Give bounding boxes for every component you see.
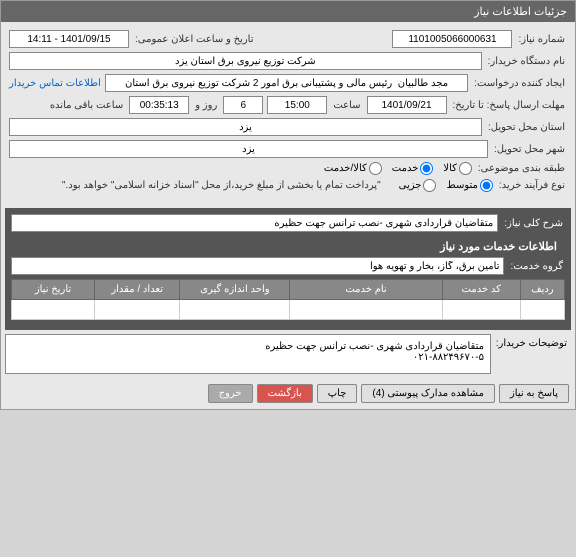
radio-medium[interactable] [480,179,493,192]
table-row[interactable]: 1 ت -35-351 تولید، انتقال و توزیع برق بر… [12,300,565,320]
back-button[interactable]: بازگشت [257,384,313,403]
row-city: شهر محل تحویل: [9,140,567,158]
table-header-row: ردیف کد خدمت نام خدمت واحد اندازه گیری ت… [12,280,565,300]
print-button[interactable]: چاپ [317,384,358,403]
radio-goods[interactable] [459,162,472,175]
cell-date: 1401/10/15 [12,300,95,320]
radio-service-label: خدمت [392,163,419,174]
buyer-note-box: متقاضیان قراردادی شهری -نصب ترانس جهت حظ… [5,334,491,374]
remaining-time-input[interactable] [129,96,189,114]
province-label: استان محل تحویل: [486,122,567,133]
radio-small[interactable] [423,179,436,192]
process-type-radios: متوسط جزیی [391,179,493,192]
row-service-group: گروه خدمت: [11,257,565,275]
service-group-input[interactable] [11,257,504,275]
cell-code: ت -35-351 [442,300,520,320]
radio-service[interactable] [420,162,433,175]
public-date-input[interactable] [9,30,129,48]
buyer-org-label: نام دستگاه خریدار: [486,56,567,67]
services-table: ردیف کد خدمت نام خدمت واحد اندازه گیری ت… [11,279,565,320]
need-desc-input[interactable] [11,214,498,232]
hour-label: ساعت [331,100,362,111]
buyer-note-section: توضیحات خریدار: متقاضیان قراردادی شهری -… [5,334,571,374]
cell-name: تولید، انتقال و توزیع برق [290,300,442,320]
buyer-org-input[interactable] [9,52,482,70]
row-requester: ایجاد کننده درخواست: اطلاعات تماس خریدار [9,74,567,92]
radio-goods-label: کالا [443,163,457,174]
footer-buttons: پاسخ به نیاز مشاهده مدارک پیوستی (4) چاپ… [1,378,575,409]
deadline-date-input[interactable] [367,96,447,114]
th-unit: واحد اندازه گیری [180,280,290,300]
subject-type-label: طبقه بندی موضوعی: [476,163,567,174]
need-number-input[interactable] [392,30,512,48]
city-label: شهر محل تحویل: [492,144,567,155]
process-type-label: نوع فرآیند خرید: [497,180,567,191]
radio-goods-service[interactable] [369,162,382,175]
header-title: جزئیات اطلاعات نیاز [474,6,567,18]
row-process-type: نوع فرآیند خرید: متوسط جزیی "پرداخت تمام… [9,179,567,192]
day-label: روز و [193,100,219,111]
city-input[interactable] [9,140,488,158]
radio-goods-service-label: کالا/خدمت [324,163,367,174]
need-desc-label: شرح کلی نیاز: [502,218,565,229]
services-title: اطلاعات خدمات مورد نیاز [11,236,565,257]
subject-type-radios: کالا خدمت کالا/خدمت [316,162,472,175]
deadline-hour-input[interactable] [267,96,327,114]
requester-label: ایجاد کننده درخواست: [472,78,567,89]
cell-qty: 1 [95,300,180,320]
th-code: کد خدمت [442,280,520,300]
cell-row: 1 [520,300,564,320]
row-province: استان محل تحویل: [9,118,567,136]
deadline-label: مهلت ارسال پاسخ: تا تاریخ: [451,100,567,111]
row-subject-type: طبقه بندی موضوعی: کالا خدمت کالا/خدمت [9,162,567,175]
days-left-input[interactable] [223,96,263,114]
th-name: نام خدمت [290,280,442,300]
exit-button[interactable]: خروج [208,384,253,403]
remaining-label: ساعت باقی مانده [48,100,125,111]
buyer-note-label: توضیحات خریدار: [491,334,571,374]
cell-unit: برق رسانی [180,300,290,320]
row-need-number: شماره نیاز: تاریخ و ساعت اعلان عمومی: [9,30,567,48]
respond-button[interactable]: پاسخ به نیاز [499,384,569,403]
need-number-label: شماره نیاز: [516,34,567,45]
attachments-button[interactable]: مشاهده مدارک پیوستی (4) [361,384,495,403]
radio-medium-label: متوسط [446,180,477,191]
public-date-label: تاریخ و ساعت اعلان عمومی: [133,34,256,45]
contact-link[interactable]: اطلاعات تماس خریدار [9,78,101,89]
radio-small-label: جزیی [399,180,422,191]
form-section: شماره نیاز: تاریخ و ساعت اعلان عمومی: نا… [1,22,575,204]
province-input[interactable] [9,118,482,136]
th-date: تاریخ نیاز [12,280,95,300]
th-qty: تعداد / مقدار [95,280,180,300]
row-need-desc: شرح کلی نیاز: [11,214,565,232]
service-group-label: گروه خدمت: [508,261,565,272]
row-buyer-org: نام دستگاه خریدار: [9,52,567,70]
process-note: "پرداخت تمام یا بخشی از مبلغ خرید،از محل… [60,180,383,191]
dark-section: شرح کلی نیاز: اطلاعات خدمات مورد نیاز گر… [5,208,571,330]
th-row: ردیف [520,280,564,300]
requester-input[interactable] [105,74,468,92]
row-deadline: مهلت ارسال پاسخ: تا تاریخ: ساعت روز و سا… [9,96,567,114]
header-bar: جزئیات اطلاعات نیاز [1,1,575,22]
main-container: جزئیات اطلاعات نیاز شماره نیاز: تاریخ و … [0,0,576,410]
